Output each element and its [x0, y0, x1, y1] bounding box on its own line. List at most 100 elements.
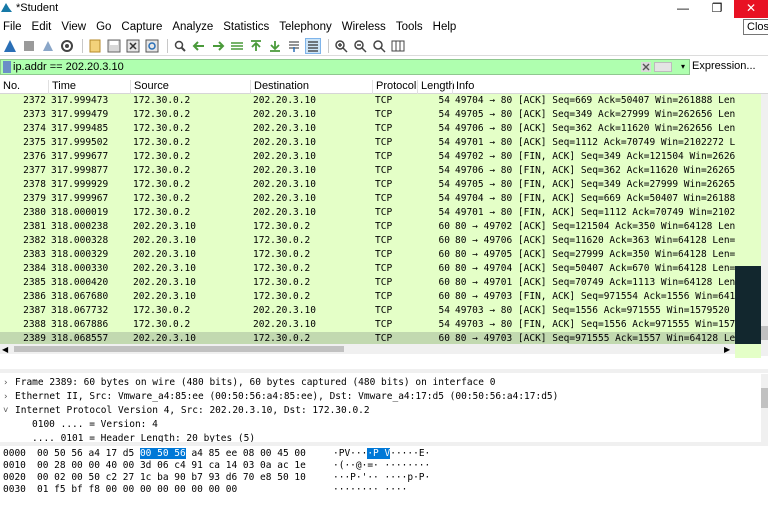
colorize-icon[interactable] — [305, 37, 321, 54]
packet-row[interactable]: 2377 317.999877 172.30.0.2 202.20.3.10 TCP 54… — [0, 164, 735, 178]
packet-protocol: TCP — [375, 165, 393, 176]
scroll-left-icon[interactable]: ◀ — [2, 345, 8, 354]
column-header-length[interactable]: Length — [417, 80, 455, 94]
packet-list-hscroll[interactable]: ◀ ▶ — [0, 344, 735, 354]
close-button[interactable]: ✕ — [734, 0, 768, 18]
menu-view[interactable]: View — [60, 21, 92, 33]
hex-bytes: 00 02 00 50 c2 27 1c ba 90 b7 93 d6 70 e… — [37, 472, 306, 484]
go-first-icon[interactable] — [248, 38, 264, 54]
zoom-out-icon[interactable] — [352, 38, 368, 54]
hex-row[interactable]: 0020 00 02 00 50 c2 27 1c ba 90 b7 93 d6 … — [0, 472, 768, 484]
detail-section[interactable]: › Frame 2389: 60 bytes on wire (480 bits)… — [0, 376, 760, 390]
restart-capture-icon[interactable] — [40, 38, 56, 54]
packet-info: 49705 → 80 [ACK] Seq=349 Ack=27999 Win=2… — [455, 109, 735, 120]
packet-row[interactable]: 2373 317.999479 172.30.0.2 202.20.3.10 TCP 54… — [0, 108, 735, 122]
packet-length: 60 — [438, 263, 450, 274]
details-vscroll[interactable] — [761, 374, 768, 442]
column-header-destination[interactable]: Destination — [250, 80, 309, 94]
go-to-packet-icon[interactable] — [229, 38, 245, 54]
packet-row[interactable]: 2375 317.999502 172.30.0.2 202.20.3.10 TCP 54… — [0, 136, 735, 150]
go-last-icon[interactable] — [267, 38, 283, 54]
menu-go[interactable]: Go — [95, 21, 117, 33]
packet-list-vscroll[interactable] — [761, 94, 768, 356]
detail-field[interactable]: 0100 .... = Version: 4 — [0, 418, 760, 432]
start-capture-icon[interactable] — [2, 38, 18, 54]
packet-row[interactable]: 2374 317.999485 172.30.0.2 202.20.3.10 TCP 54… — [0, 122, 735, 136]
go-forward-icon[interactable] — [210, 38, 226, 54]
packet-time: 318.067886 — [51, 319, 109, 330]
minimize-button[interactable]: — — [666, 0, 700, 18]
expanded-arrow-icon[interactable]: ˅ — [3, 404, 13, 418]
close-file-icon[interactable] — [125, 38, 141, 54]
packet-length: 54 — [438, 123, 450, 134]
capture-options-icon[interactable] — [59, 38, 75, 54]
column-header-protocol[interactable]: Protocol — [372, 80, 416, 94]
auto-scroll-icon[interactable] — [286, 38, 302, 54]
resize-columns-icon[interactable] — [390, 38, 406, 54]
packet-list-hscroll-thumb[interactable] — [14, 346, 344, 352]
packet-time: 317.999677 — [51, 151, 109, 162]
detail-field[interactable]: .... 0101 = Header Length: 20 bytes (5) — [0, 432, 760, 442]
menu-capture[interactable]: Capture — [120, 21, 168, 33]
display-filter-input[interactable] — [13, 60, 633, 74]
packet-row[interactable]: 2387 318.067732 172.30.0.2 202.20.3.10 TCP 54… — [0, 304, 735, 318]
hex-ascii-text: ········ ···· — [333, 484, 408, 495]
menu-file[interactable]: File — [2, 21, 28, 33]
detail-section[interactable]: ˅ Internet Protocol Version 4, Src: 202.2… — [0, 404, 760, 418]
packet-info: 49706 → 80 [FIN, ACK] Seq=362 Ack=11620 … — [455, 165, 735, 176]
expression-button[interactable]: Expression... — [692, 60, 756, 72]
column-header-no[interactable]: No. — [0, 80, 20, 94]
packet-length: 54 — [438, 151, 450, 162]
packet-time: 317.999502 — [51, 137, 109, 148]
find-packet-icon[interactable] — [172, 38, 188, 54]
normal-size-icon[interactable] — [371, 38, 387, 54]
menu-telephony[interactable]: Telephony — [278, 21, 337, 33]
collapsed-arrow-icon[interactable]: › — [3, 390, 13, 404]
column-header-info[interactable]: Info — [452, 80, 474, 94]
packet-row[interactable]: 2372 317.999473 172.30.0.2 202.20.3.10 TCP 54… — [0, 94, 735, 108]
menu-help[interactable]: Help — [432, 21, 463, 33]
stop-capture-icon[interactable] — [21, 38, 37, 54]
save-file-icon[interactable] — [106, 38, 122, 54]
menu-tools[interactable]: Tools — [395, 21, 429, 33]
menu-edit[interactable]: Edit — [31, 21, 58, 33]
packet-time: 318.000330 — [51, 263, 109, 274]
filter-bookmark-icon[interactable] — [3, 61, 11, 73]
filter-history-dropdown[interactable]: ▾ — [677, 60, 689, 74]
packet-row[interactable]: 2376 317.999677 172.30.0.2 202.20.3.10 TCP 54… — [0, 150, 735, 164]
apply-filter-icon[interactable] — [654, 62, 672, 72]
packet-row[interactable]: 2385 318.000420 202.20.3.10 172.30.0.2 TCP 60… — [0, 276, 735, 290]
packet-row[interactable]: 2382 318.000328 202.20.3.10 172.30.0.2 TCP 60… — [0, 234, 735, 248]
packet-info: 80 → 49706 [ACK] Seq=11620 Ack=363 Win=6… — [455, 235, 735, 246]
column-header-time[interactable]: Time — [48, 80, 76, 94]
detail-section[interactable]: › Ethernet II, Src: Vmware_a4:85:ee (00:5… — [0, 390, 760, 404]
open-file-icon[interactable] — [87, 38, 103, 54]
details-vscroll-thumb[interactable] — [761, 388, 768, 408]
menu-analyze[interactable]: Analyze — [171, 21, 219, 33]
reload-file-icon[interactable] — [144, 38, 160, 54]
packet-row[interactable]: 2380 318.000019 172.30.0.2 202.20.3.10 TCP 54… — [0, 206, 735, 220]
zoom-in-icon[interactable] — [333, 38, 349, 54]
packet-row[interactable]: 2378 317.999929 172.30.0.2 202.20.3.10 TCP 54… — [0, 178, 735, 192]
column-header-source[interactable]: Source — [130, 80, 169, 94]
hex-row[interactable]: 0030 01 f5 bf f8 00 00 00 00 00 00 00 00 ·… — [0, 484, 768, 496]
packet-protocol: TCP — [375, 95, 393, 106]
scroll-right-icon[interactable]: ▶ — [724, 345, 730, 354]
hex-row[interactable]: 0010 00 28 00 00 40 00 3d 06 c4 91 ca 14 … — [0, 460, 768, 472]
clear-filter-icon[interactable] — [641, 62, 651, 72]
collapsed-arrow-icon[interactable]: › — [3, 376, 13, 390]
pane-splitter[interactable] — [0, 369, 768, 373]
packet-list-vscroll-thumb[interactable] — [761, 326, 768, 340]
packet-info: 80 → 49705 [ACK] Seq=27999 Ack=350 Win=6… — [455, 249, 735, 260]
packet-row[interactable]: 2379 317.999967 172.30.0.2 202.20.3.10 TCP 54… — [0, 192, 735, 206]
packet-row[interactable]: 2383 318.000329 202.20.3.10 172.30.0.2 TCP 60… — [0, 248, 735, 262]
packet-row[interactable]: 2386 318.067680 202.20.3.10 172.30.0.2 TCP 60… — [0, 290, 735, 304]
hex-row[interactable]: 0000 00 50 56 a4 17 d5 00 50 56 a4 85 ee … — [0, 448, 768, 460]
packet-row[interactable]: 2381 318.000238 202.20.3.10 172.30.0.2 TCP 60… — [0, 220, 735, 234]
menu-statistics[interactable]: Statistics — [222, 21, 275, 33]
maximize-button[interactable]: ❐ — [700, 0, 734, 18]
packet-row[interactable]: 2388 318.067886 172.30.0.2 202.20.3.10 TCP 54… — [0, 318, 735, 332]
packet-row[interactable]: 2384 318.000330 202.20.3.10 172.30.0.2 TCP 60… — [0, 262, 735, 276]
go-back-icon[interactable] — [191, 38, 207, 54]
menu-wireless[interactable]: Wireless — [341, 21, 392, 33]
